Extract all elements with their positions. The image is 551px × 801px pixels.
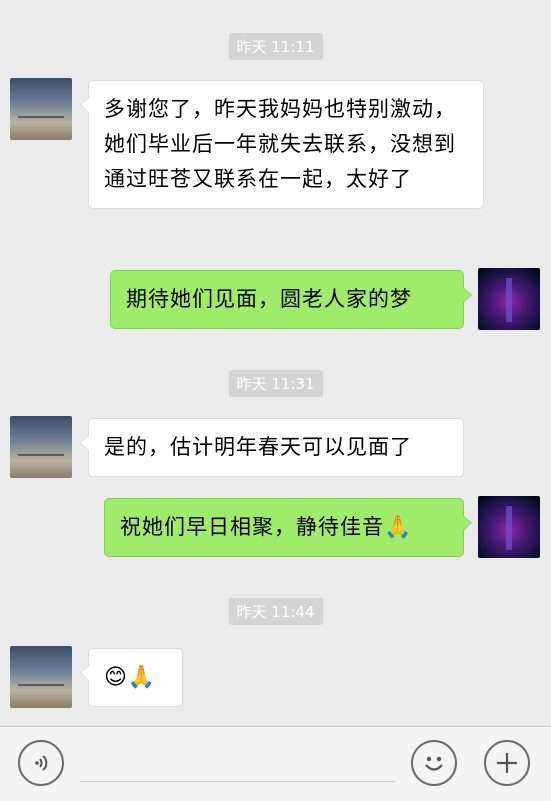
message-bubble-incoming[interactable]: 是的，估计明年春天可以见面了: [80, 418, 464, 477]
smile-pray-emoji-icon: 😊🙏: [104, 665, 157, 690]
smiley-icon: [425, 756, 443, 771]
pray-emoji-icon: 🙏: [384, 515, 413, 540]
message-text: 期待她们见面，圆老人家的梦: [126, 287, 412, 311]
timestamp: 昨天 11:31: [228, 370, 323, 397]
avatar[interactable]: [10, 416, 72, 478]
timestamp: 昨天 11:11: [228, 33, 323, 60]
message-bubble-incoming[interactable]: 多谢您了，昨天我妈妈也特别激动，她们毕业后一年就失去联系，没想到通过旺苍又联系在…: [80, 80, 484, 209]
plus-icon: [497, 753, 517, 773]
emoji-button[interactable]: [411, 740, 457, 786]
message-bubble-incoming[interactable]: 😊🙏: [80, 648, 183, 707]
message-bubble-outgoing[interactable]: 期待她们见面，圆老人家的梦: [110, 270, 472, 329]
timestamp: 昨天 11:44: [228, 598, 323, 625]
avatar[interactable]: [10, 78, 72, 140]
avatar[interactable]: [10, 646, 72, 708]
chat-input-bar: [0, 726, 551, 801]
message-input[interactable]: [80, 781, 395, 782]
voice-button[interactable]: [18, 740, 64, 786]
message-bubble-outgoing[interactable]: 祝她们早日相聚，静待佳音🙏: [104, 498, 472, 557]
message-text: 是的，估计明年春天可以见面了: [104, 435, 412, 459]
avatar[interactable]: [478, 496, 540, 558]
message-text: 多谢您了，昨天我妈妈也特别激动，她们毕业后一年就失去联系，没想到通过旺苍又联系在…: [104, 97, 456, 191]
avatar[interactable]: [478, 268, 540, 330]
message-text: 祝她们早日相聚，静待佳音: [120, 515, 384, 539]
more-button[interactable]: [484, 740, 530, 786]
voice-icon: [35, 755, 48, 771]
